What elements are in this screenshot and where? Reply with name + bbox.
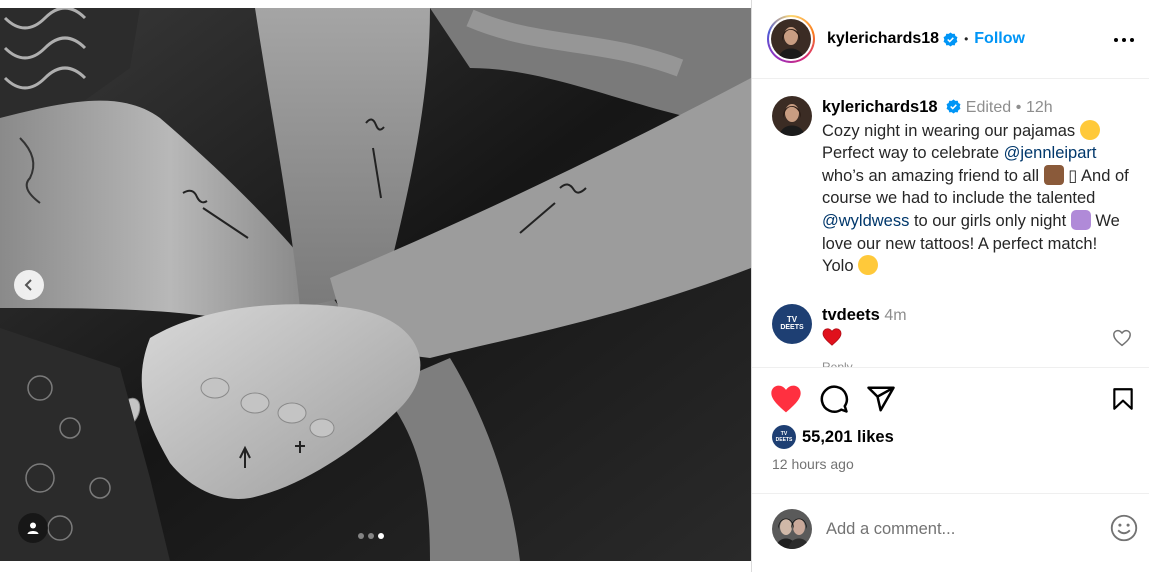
more-dot <box>1130 38 1134 42</box>
save-bookmark-icon[interactable] <box>1110 384 1136 414</box>
post-sidebar: kylerichards18 • Follow kylerichards18 E… <box>751 0 1149 572</box>
comment-body: tvdeets 4m <box>822 304 907 349</box>
smiling-face-with-hearts-icon <box>1079 119 1100 140</box>
likes-count[interactable]: 55,201 likes <box>802 428 894 447</box>
author-username[interactable]: kylerichards18 <box>827 30 939 48</box>
liked-heart-icon[interactable] <box>770 384 802 414</box>
carousel-dot <box>358 533 364 539</box>
carousel-indicator <box>358 533 384 539</box>
author-avatar <box>771 19 811 59</box>
likes-summary[interactable]: TV DEETS 55,201 likes <box>772 425 894 449</box>
liker-avatar-line2: DEETS <box>775 437 793 443</box>
carousel-dot <box>368 533 374 539</box>
post-caption: kylerichards18 Edited • 12h Cozy night i… <box>772 96 1132 278</box>
post-header: kylerichards18 • Follow <box>752 0 1149 79</box>
post-timestamp[interactable]: 12 hours ago <box>772 456 854 472</box>
tv-avatar-line1: TV <box>786 315 798 324</box>
chevron-left-icon <box>24 279 32 291</box>
emoji-picker-icon[interactable] <box>1110 514 1138 542</box>
share-icon[interactable] <box>866 384 896 414</box>
woman-shrugging-icon <box>1070 209 1091 230</box>
caption-line-3b: to our girls only night <box>909 211 1067 230</box>
post-actions: TV DEETS 55,201 likes 12 hours ago <box>752 367 1149 497</box>
commenter-avatar[interactable]: TV DEETS <box>772 304 812 344</box>
previous-image-button[interactable] <box>14 270 44 300</box>
cake-icon <box>1043 164 1064 185</box>
comments-section[interactable]: kylerichards18 Edited • 12h Cozy night i… <box>752 80 1149 368</box>
more-dot <box>1114 38 1118 42</box>
like-comment-heart-icon[interactable] <box>1112 329 1132 347</box>
more-options-button[interactable] <box>1114 30 1134 50</box>
caption-author-avatar[interactable] <box>772 96 812 136</box>
carousel-dot-active <box>378 533 384 539</box>
tattoo-photo <box>0 8 751 561</box>
unsupported-glyph-box: ▯ <box>1068 166 1078 185</box>
comment-age: 4m <box>884 307 907 324</box>
caption-username[interactable]: kylerichards18 <box>822 98 938 116</box>
caption-age[interactable]: 12h <box>1026 99 1053 116</box>
tagged-users-button[interactable] <box>18 513 48 543</box>
edited-label: Edited <box>965 99 1012 116</box>
author-avatar-story-ring[interactable] <box>767 15 815 63</box>
liker-avatar: TV DEETS <box>772 425 796 449</box>
caption-text: kylerichards18 Edited • 12h Cozy night i… <box>822 96 1132 278</box>
current-user-avatar <box>772 509 812 549</box>
verified-badge-icon <box>946 99 961 114</box>
caption-line-2b: who’s an amazing friend to all <box>822 166 1040 185</box>
follow-button[interactable]: Follow <box>974 30 1025 48</box>
add-comment-input[interactable] <box>826 518 1096 540</box>
verified-badge-icon <box>943 31 958 47</box>
post-photo[interactable] <box>0 8 751 561</box>
caption-line-1: Cozy night in wearing our pajamas <box>822 121 1076 140</box>
tv-avatar-line2: DEETS <box>780 324 804 331</box>
person-icon <box>27 522 39 534</box>
comment-item: TV DEETS tvdeets 4m <box>772 304 1132 349</box>
caption-meta-separator: • <box>1015 99 1022 116</box>
red-heart-icon <box>822 328 842 346</box>
caption-line-2a: Perfect way to celebrate <box>822 144 1004 163</box>
mention-jennleipart[interactable]: @jennleipart <box>1004 144 1097 162</box>
commenter-username[interactable]: tvdeets <box>822 306 880 324</box>
comment-icon[interactable] <box>818 384 850 414</box>
winking-face-with-tongue-icon <box>858 255 879 276</box>
more-dot <box>1122 38 1126 42</box>
header-separator: • <box>964 32 969 46</box>
mention-wyldwess[interactable]: @wyldwess <box>822 212 909 230</box>
add-comment-bar <box>752 493 1149 562</box>
